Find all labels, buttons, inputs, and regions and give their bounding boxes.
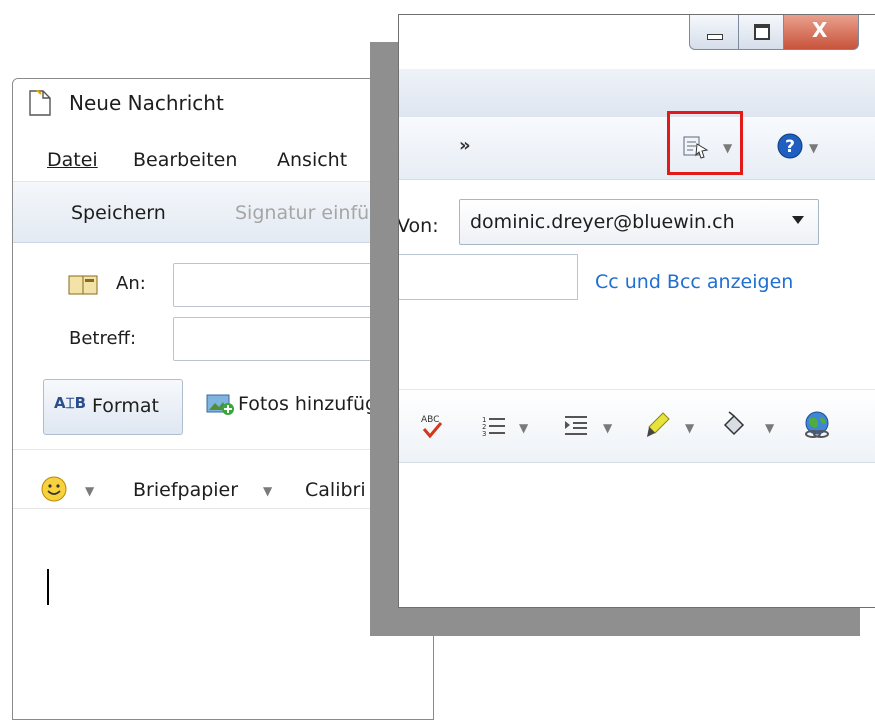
highlight-box [667, 111, 743, 175]
smiley-icon[interactable] [41, 476, 67, 502]
new-message-icon [29, 90, 51, 116]
dropdown-arrow-icon [792, 216, 804, 224]
help-icon[interactable]: ? [777, 133, 803, 159]
close-icon: X [812, 18, 828, 42]
hyperlink-globe-icon[interactable] [803, 411, 833, 439]
from-account-value: dominic.dreyer@bluewin.ch [470, 211, 735, 233]
add-photos-icon[interactable] [206, 392, 236, 416]
text-cursor [47, 569, 49, 605]
menu-bearbeiten[interactable]: Bearbeiten [133, 149, 237, 171]
svg-text:ABC: ABC [421, 415, 439, 425]
format-icon: A⌶B [54, 394, 87, 412]
font-selector[interactable]: Calibri [305, 479, 366, 501]
chevron-down-icon[interactable]: ▼ [809, 141, 818, 155]
address-book-icon[interactable] [68, 275, 98, 295]
from-label: Von: [398, 215, 439, 237]
highlighter-icon[interactable] [645, 411, 671, 439]
toolbar-overflow-button[interactable]: » [459, 135, 471, 156]
chevron-down-icon[interactable]: ▼ [685, 421, 694, 435]
minimize-button[interactable] [689, 15, 739, 50]
to-field[interactable] [399, 254, 578, 300]
toolbar: » [399, 117, 875, 180]
title-bar: X [399, 15, 875, 69]
close-button[interactable]: X [783, 15, 859, 50]
format-button-label: Format [92, 395, 159, 417]
compose-window-zoomed: X » ▼ ? ▼ Von: dominic.dreyer@bluewin.ch… [398, 14, 875, 608]
menu-datei[interactable]: Datei [47, 149, 98, 171]
stationery-button[interactable]: Briefpapier [133, 479, 238, 501]
indent-icon[interactable] [563, 411, 589, 439]
chevron-down-icon[interactable]: ▼ [85, 484, 94, 498]
maximize-button[interactable] [738, 15, 784, 50]
menu-bearbeiten-label: Bearbeiten [133, 149, 238, 171]
svg-text:?: ? [785, 137, 795, 157]
chevron-down-icon[interactable]: ▼ [765, 421, 774, 435]
subject-label: Betreff: [69, 328, 137, 349]
svg-text:3: 3 [482, 430, 486, 438]
format-button[interactable]: A⌶B Format [43, 379, 183, 435]
insert-signature-button[interactable]: Signatur einfüg [235, 202, 381, 224]
spelling-icon[interactable]: ABC [419, 411, 445, 439]
menu-ansicht-label: Ansicht [277, 149, 348, 171]
fill-color-icon[interactable] [721, 411, 747, 439]
show-cc-bcc-link[interactable]: Cc und Bcc anzeigen [595, 271, 793, 293]
add-photos-button[interactable]: Fotos hinzufüg [238, 393, 377, 415]
list-icon[interactable]: 1 2 3 [481, 411, 507, 439]
ribbon-band [399, 69, 875, 117]
from-account-select[interactable]: dominic.dreyer@bluewin.ch [459, 199, 819, 245]
save-button[interactable]: Speichern [71, 202, 166, 224]
chevron-down-icon[interactable]: ▼ [263, 484, 272, 498]
to-label: An: [116, 273, 146, 294]
menu-datei-label: Datei [47, 149, 98, 171]
chevron-down-icon[interactable]: ▼ [603, 421, 612, 435]
window-title: Neue Nachricht [69, 91, 224, 115]
menu-ansicht[interactable]: Ansicht [277, 149, 347, 171]
chevron-down-icon[interactable]: ▼ [519, 421, 528, 435]
